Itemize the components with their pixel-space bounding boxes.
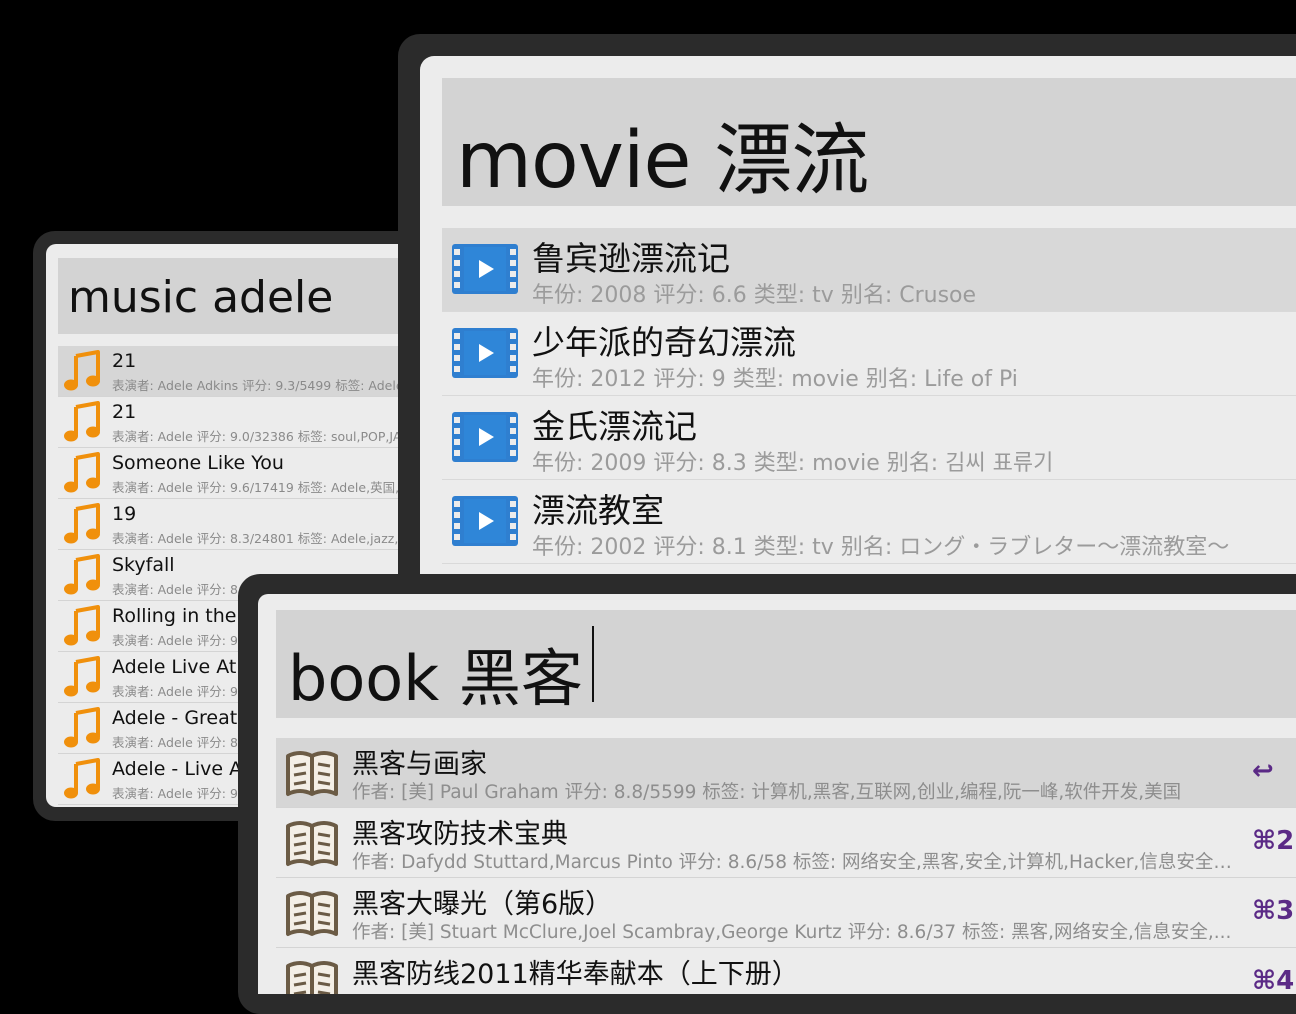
play-icon [452, 328, 518, 378]
book-result-list: 黑客与画家 作者: [美] Paul Graham 评分: 8.8/5599 标签… [276, 738, 1296, 994]
music-search-input[interactable]: music adele [58, 258, 446, 334]
music-result-row[interactable]: 21 表演者: Adele 评分: 9.0/32386 标签: soul,POP,… [58, 397, 446, 448]
book-icon [284, 818, 340, 868]
music-result-subtitle: 表演者: Adele 评分: 9.6 [112, 684, 250, 699]
book-result-subtitle: 作者: [美] Paul Graham 评分: 8.8/5599 标签: 计算机… [352, 782, 1182, 803]
movie-search-query: movie 漂流 [456, 116, 869, 206]
movie-result-subtitle: 年份: 2008 评分: 6.6 类型: tv 别名: Crusoe [532, 283, 977, 308]
music-result-subtitle: 表演者: Adele 评分: 9.0/32386 标签: soul,POP,JA… [112, 429, 410, 444]
music-result-subtitle: 表演者: Adele 评分: 9.6 [112, 786, 250, 801]
music-note-icon [62, 656, 102, 698]
music-search-query: music adele [68, 272, 334, 323]
movie-result-title: 漂流教室 [532, 491, 664, 530]
book-result-title: 黑客攻防技术宝典 [352, 819, 568, 850]
book-icon [284, 888, 340, 938]
movie-result-row[interactable]: 鲁宾逊漂流记年份: 2008 评分: 6.6 类型: tv 别名: Crusoe [442, 228, 1296, 312]
music-note-icon [62, 452, 102, 494]
music-note-icon [62, 758, 102, 800]
movie-result-title: 少年派的奇幻漂流 [532, 323, 796, 362]
book-result-title: 黑客防线2011精华奉献本（上下册） [352, 959, 799, 990]
play-icon [452, 412, 518, 462]
movie-result-subtitle: 年份: 2002 评分: 8.1 类型: tv 别名: ロング・ラブレター〜漂流… [532, 535, 1230, 560]
book-icon [284, 748, 340, 798]
music-note-icon [62, 401, 102, 443]
book-search-window: book 黑客 黑客与画家 作者: [美] Paul Graham 评分: 8.8… [258, 594, 1296, 994]
movie-result-row[interactable]: 少年派的奇幻漂流年份: 2012 评分: 9 类型: movie 别名: Lif… [442, 312, 1296, 396]
music-result-row[interactable]: Someone Like You 表演者: Adele 评分: 9.6/17419… [58, 448, 446, 499]
book-result-subtitle: 作者: Dafydd Stuttard,Marcus Pinto 评分: 8.6… [352, 852, 1234, 873]
music-result-subtitle: 表演者: Adele 评分: 9.6/17419 标签: Adele,英国,欧 [112, 480, 412, 495]
book-result-title: 黑客与画家 [352, 749, 487, 780]
movie-result-subtitle: 年份: 2009 评分: 8.3 类型: movie 别名: 김씨 표류기 [532, 451, 1054, 476]
shortcut-badge: ↩ [1252, 756, 1274, 786]
music-note-icon [62, 350, 102, 392]
music-result-subtitle: 表演者: Adele Adkins 评分: 9.3/5499 标签: Adele… [112, 378, 421, 393]
music-note-icon [62, 503, 102, 545]
music-result-subtitle: 表演者: Adele 评分: 8.7 [112, 735, 250, 750]
movie-result-title: 金氏漂流记 [532, 407, 697, 446]
music-result-title: 21 [112, 401, 137, 423]
music-result-title: Someone Like You [112, 452, 284, 474]
play-icon [452, 244, 518, 294]
book-search-input[interactable]: book 黑客 [276, 610, 1296, 718]
music-result-title: 19 [112, 503, 137, 525]
shortcut-badge: ⌘2 [1252, 826, 1295, 856]
book-result-row[interactable]: 黑客大曝光（第6版） 作者: [美] Stuart McClure,Joel Sc… [276, 878, 1296, 948]
music-result-title: 21 [112, 350, 137, 372]
book-result-subtitle: 作者: [美] Stuart McClure,Joel Scambray,Geo… [352, 922, 1232, 943]
book-result-row[interactable]: 黑客攻防技术宝典 作者: Dafydd Stuttard,Marcus Pinto… [276, 808, 1296, 878]
movie-search-window: movie 漂流 鲁宾逊漂流记年份: 2008 评分: 6.6 类型: tv 别… [420, 56, 1296, 616]
music-note-icon [62, 707, 102, 749]
music-result-row[interactable]: 19 表演者: Adele 评分: 8.3/24801 标签: Adele,jaz… [58, 499, 446, 550]
music-result-subtitle: 表演者: Adele 评分: 8.3/24801 标签: Adele,jazz,… [112, 531, 411, 546]
movie-result-row[interactable]: 漂流教室年份: 2002 评分: 8.1 类型: tv 别名: ロング・ラブレタ… [442, 480, 1296, 564]
music-note-icon [62, 605, 102, 647]
book-result-title: 黑客大曝光（第6版） [352, 889, 613, 920]
book-search-query: book 黑客 [288, 642, 583, 715]
shortcut-badge: ⌘3 [1252, 896, 1295, 926]
movie-result-title: 鲁宾逊漂流记 [532, 239, 730, 278]
music-note-icon [62, 554, 102, 596]
book-result-row[interactable]: 黑客防线2011精华奉献本（上下册） ⌘4 [276, 948, 1296, 994]
book-icon [284, 958, 340, 994]
play-icon [452, 496, 518, 546]
movie-result-list: 鲁宾逊漂流记年份: 2008 评分: 6.6 类型: tv 别名: Crusoe… [442, 228, 1296, 616]
movie-result-row[interactable]: 金氏漂流记年份: 2009 评分: 8.3 类型: movie 别名: 김씨 표… [442, 396, 1296, 480]
shortcut-badge: ⌘4 [1252, 966, 1295, 994]
book-result-row[interactable]: 黑客与画家 作者: [美] Paul Graham 评分: 8.8/5599 标签… [276, 738, 1296, 808]
movie-result-subtitle: 年份: 2012 评分: 9 类型: movie 别名: Life of Pi [532, 367, 1018, 392]
music-result-row[interactable]: 21 表演者: Adele Adkins 评分: 9.3/5499 标签: Ade… [58, 346, 446, 397]
music-result-title: Skyfall [112, 554, 175, 576]
text-caret [592, 626, 594, 702]
music-result-subtitle: 表演者: Adele 评分: 9.4 [112, 633, 250, 648]
movie-search-input[interactable]: movie 漂流 [442, 78, 1296, 206]
